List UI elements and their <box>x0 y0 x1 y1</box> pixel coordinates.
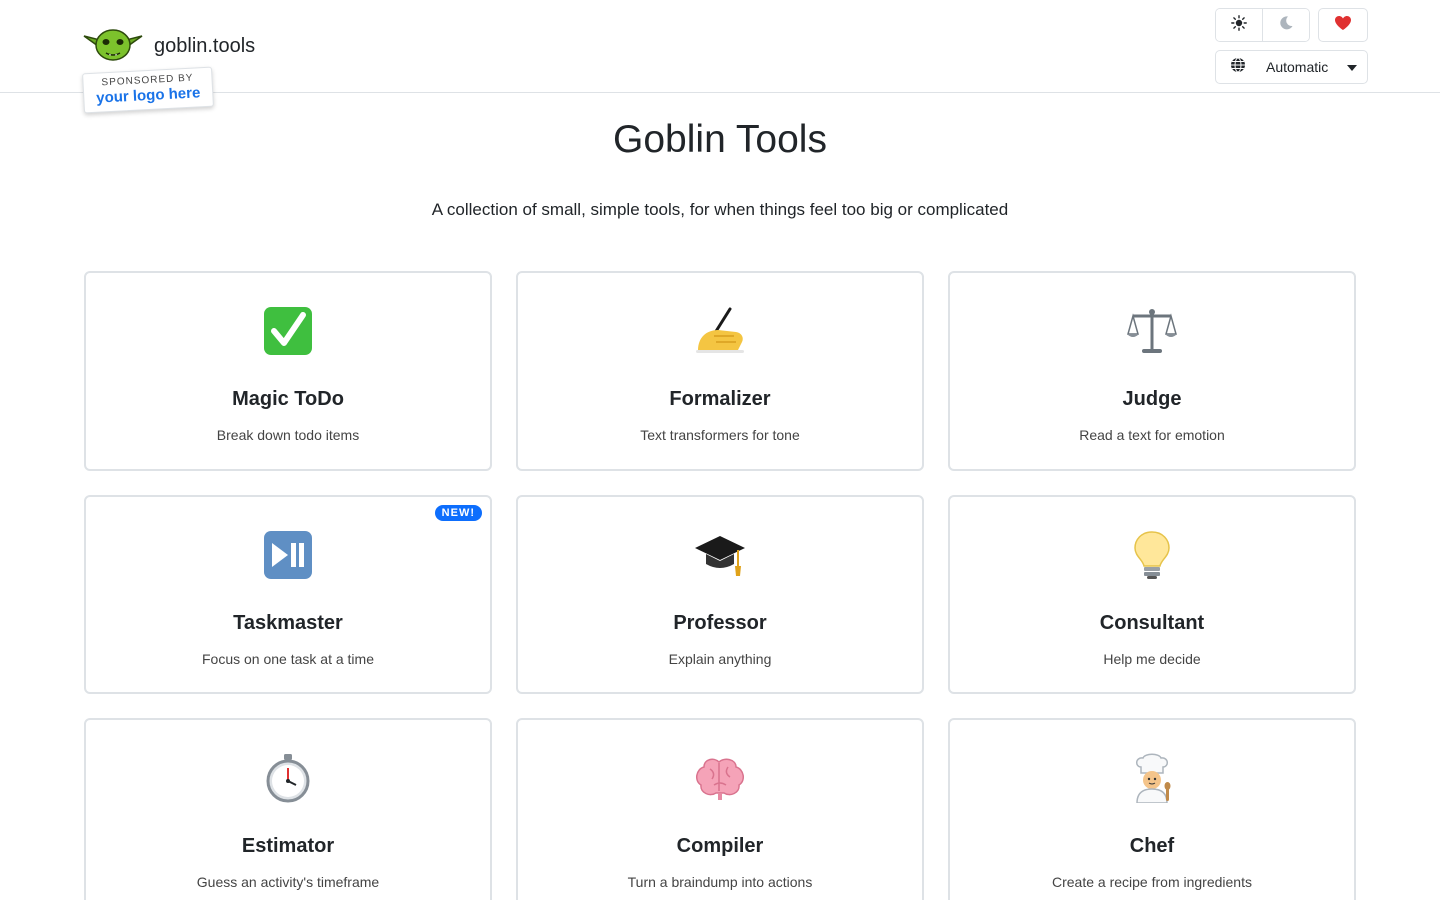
dark-theme-button[interactable] <box>1262 9 1309 41</box>
tool-title: Estimator <box>241 835 335 857</box>
tool-card-formalizer[interactable]: Formalizer Text transformers for tone <box>516 271 924 471</box>
light-bulb-icon <box>1132 530 1172 585</box>
tool-card-professor[interactable]: Professor Explain anything <box>516 495 924 694</box>
language-value: Automatic <box>1266 59 1329 75</box>
writing-hand-icon <box>694 306 746 361</box>
tool-title: Judge <box>1122 388 1182 410</box>
tool-title: Professor <box>673 612 767 634</box>
tool-description: Focus on one task at a time <box>202 651 374 667</box>
sun-icon <box>1231 14 1247 36</box>
tool-card-judge[interactable]: Judge Read a text for emotion <box>948 271 1356 471</box>
check-mark-icon <box>263 306 313 361</box>
tool-title: Magic ToDo <box>232 388 344 410</box>
tool-description: Text transformers for tone <box>640 427 800 443</box>
tool-card-magic-todo[interactable]: Magic ToDo Break down todo items <box>84 271 492 471</box>
tool-card-taskmaster[interactable]: NEW! Taskmaster Focus on one task at a t… <box>84 495 492 694</box>
tool-title: Consultant <box>1099 612 1205 634</box>
page-subtitle: A collection of small, simple tools, for… <box>431 200 1009 219</box>
tool-description: Help me decide <box>1103 651 1201 667</box>
tool-description: Turn a braindump into actions <box>627 874 813 890</box>
tool-card-consultant[interactable]: Consultant Help me decide <box>948 495 1356 694</box>
top-navbar: goblin.tools SPONSORED BY your logo here <box>0 0 1440 114</box>
tool-title: Chef <box>1129 835 1175 857</box>
goblin-logo-icon <box>82 26 144 67</box>
tool-description: Break down todo items <box>216 427 360 443</box>
moon-icon <box>1278 15 1294 36</box>
tool-title: Compiler <box>676 835 764 857</box>
tool-title: Formalizer <box>669 388 771 410</box>
play-pause-icon <box>263 530 313 585</box>
globe-icon <box>1230 57 1246 78</box>
tool-card-chef[interactable]: Chef Create a recipe from ingredients <box>948 718 1356 900</box>
chevron-down-icon <box>1347 65 1357 71</box>
page-title: Goblin Tools <box>613 118 827 161</box>
tool-description: Read a text for emotion <box>1079 427 1225 443</box>
stopwatch-icon <box>263 753 313 808</box>
brand-link[interactable]: goblin.tools <box>82 26 255 67</box>
sponsor-badge[interactable]: SPONSORED BY your logo here <box>82 66 214 114</box>
balance-scale-icon <box>1127 306 1177 361</box>
brand-name: goblin.tools <box>154 35 256 57</box>
tool-description: Explain anything <box>668 651 772 667</box>
tool-title: Taskmaster <box>233 612 343 634</box>
theme-toggle-group <box>1215 8 1310 42</box>
tool-card-compiler[interactable]: Compiler Turn a braindump into actions <box>516 718 924 900</box>
chef-icon <box>1127 753 1177 808</box>
language-select[interactable]: Automatic <box>1215 50 1368 84</box>
graduation-cap-icon <box>694 530 746 585</box>
brain-icon <box>694 755 746 806</box>
tool-description: Guess an activity's timeframe <box>196 874 380 890</box>
heart-icon <box>1334 15 1352 36</box>
light-theme-button[interactable] <box>1216 9 1262 41</box>
support-button[interactable] <box>1318 8 1368 42</box>
tool-description: Create a recipe from ingredients <box>1052 874 1252 890</box>
new-badge: NEW! <box>434 505 482 521</box>
tool-card-estimator[interactable]: Estimator Guess an activity's timeframe <box>84 718 492 900</box>
